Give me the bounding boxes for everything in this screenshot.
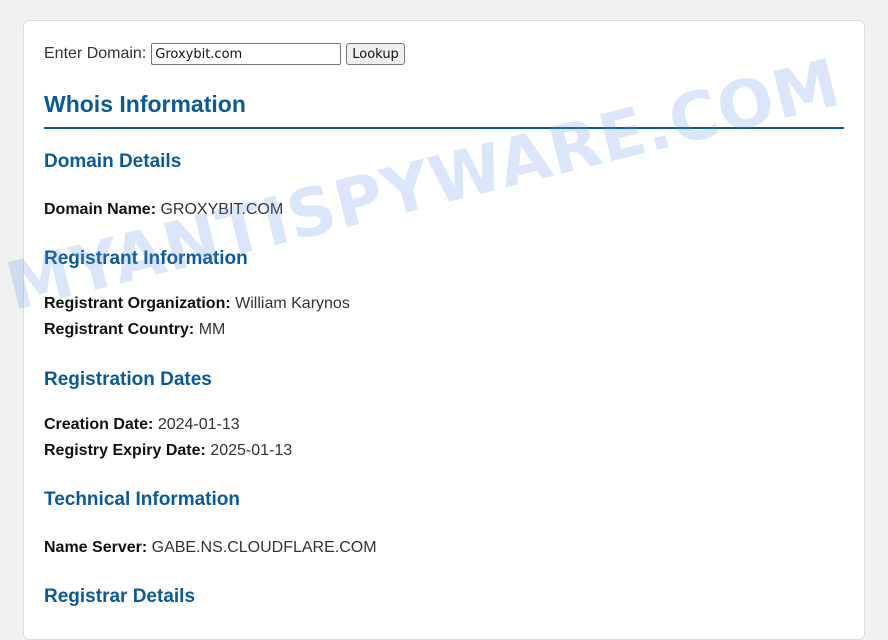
registrant-section: Registrant Information Registrant Organi… (44, 248, 844, 343)
field-value: 2024-01-13 (157, 416, 240, 433)
domain-lookup-form: Enter Domain: Lookup (44, 41, 844, 67)
technical-section: Technical Information Name Server: GABE.… (44, 489, 844, 561)
field-name-server: Name Server: GABE.NS.CLOUDFLARE.COM (44, 535, 844, 561)
domain-details-section: Domain Details Domain Name: GROXYBIT.COM (44, 151, 844, 223)
field-label: Registry Expiry Date: (44, 442, 206, 459)
field-domain-name: Domain Name: GROXYBIT.COM (44, 197, 844, 223)
section-heading-dates: Registration Dates (44, 369, 212, 390)
field-label: Name Server: (44, 539, 148, 556)
field-value: GABE.NS.CLOUDFLARE.COM (151, 539, 377, 556)
field-label: Creation Date: (44, 416, 154, 433)
registrar-section: Registrar Details (44, 586, 844, 608)
registration-dates-section: Registration Dates Creation Date: 2024-0… (44, 369, 844, 464)
field-expiry-date: Registry Expiry Date: 2025-01-13 (44, 438, 844, 464)
lookup-button[interactable]: Lookup (346, 43, 405, 65)
field-value: William Karynos (235, 295, 350, 312)
domain-input[interactable] (151, 43, 342, 65)
field-value: GROXYBIT.COM (160, 201, 284, 218)
field-label: Domain Name: (44, 201, 157, 218)
field-value: 2025-01-13 (210, 442, 293, 459)
field-label: Registrant Organization: (44, 295, 231, 312)
field-creation-date: Creation Date: 2024-01-13 (44, 412, 844, 438)
field-label: Registrant Country: (44, 321, 195, 338)
section-heading-registrant: Registrant Information (44, 248, 248, 269)
whois-card: Enter Domain: Lookup Whois Information D… (23, 20, 865, 640)
domain-input-label: Enter Domain: (44, 45, 147, 62)
page-title: Whois Information (44, 91, 844, 129)
section-heading-registrar: Registrar Details (44, 586, 196, 607)
field-registrant-country: Registrant Country: MM (44, 317, 844, 343)
section-heading-technical: Technical Information (44, 489, 241, 510)
field-registrant-organization: Registrant Organization: William Karynos (44, 291, 844, 317)
section-heading-domain: Domain Details (44, 151, 182, 172)
field-value: MM (198, 321, 226, 338)
